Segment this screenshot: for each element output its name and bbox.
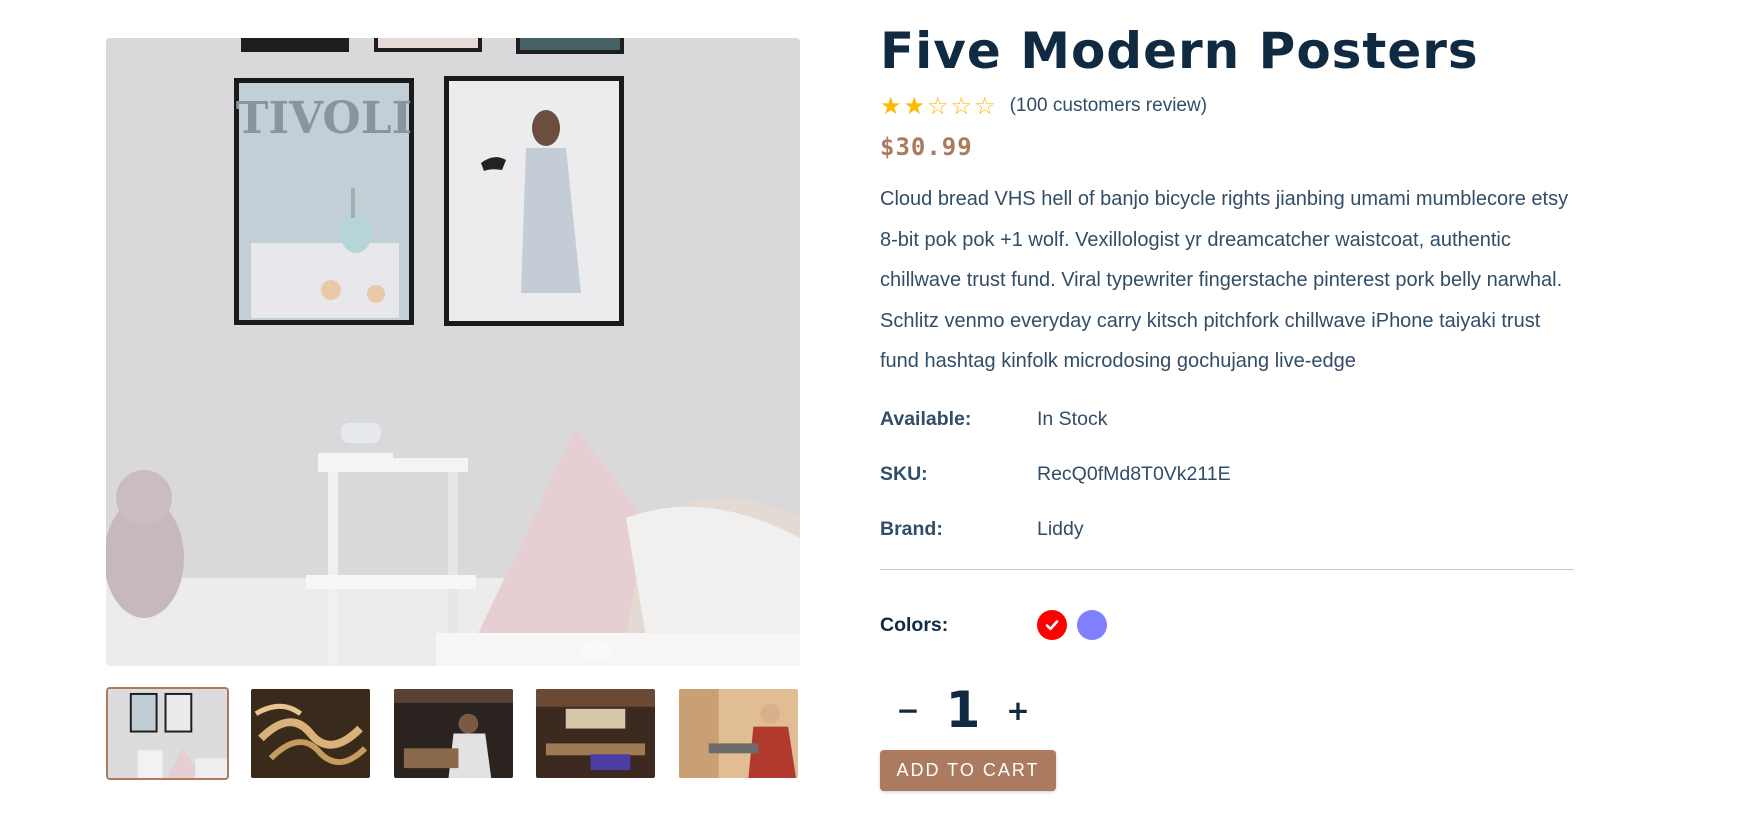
quantity-value: 1 (945, 681, 981, 739)
decrease-quantity-button[interactable]: − (880, 690, 936, 730)
brand-label: Brand: (880, 517, 943, 540)
product-price: $30.99 (880, 133, 973, 161)
star-rating: ★ ★ ☆ ☆ ☆ (880, 94, 996, 118)
brand-row: Brand: Liddy (880, 515, 1084, 543)
availability-row: Available: In Stock (880, 405, 1107, 433)
brand-value: Liddy (1037, 517, 1084, 540)
product-title: Five Modern Posters (880, 22, 1479, 80)
check-icon (1045, 620, 1059, 631)
thumbnail-gallery (106, 687, 800, 780)
colors-label: Colors: (880, 613, 949, 636)
thumbnail-wood-shavings[interactable] (249, 687, 372, 780)
product-rating: ★ ★ ☆ ☆ ☆ (100 customers review) (880, 93, 1207, 119)
color-swatch[interactable] (1037, 610, 1067, 640)
sku-row: SKU: RecQ0fMd8T0Vk211E (880, 460, 1231, 488)
star-filled-icon: ★ (903, 92, 926, 120)
available-value: In Stock (1037, 407, 1108, 430)
product-main-image: TIVOLI (106, 38, 800, 666)
product-description: Cloud bread VHS hell of banjo bicycle ri… (880, 188, 1569, 372)
color-swatches (1037, 610, 1117, 640)
thumbnail-carpenter[interactable] (677, 687, 800, 780)
review-count[interactable]: (100 customers review) (1010, 95, 1207, 117)
divider (880, 569, 1574, 570)
sku-label: SKU: (880, 462, 928, 485)
star-empty-icon: ☆ (974, 92, 996, 120)
star-empty-icon: ☆ (927, 92, 949, 120)
available-label: Available: (880, 407, 972, 430)
star-empty-icon: ☆ (950, 92, 973, 120)
increase-quantity-button[interactable]: + (990, 690, 1046, 730)
thumbnail-workshop[interactable] (534, 687, 657, 780)
thumbnail-posters-room[interactable] (106, 687, 229, 780)
color-swatch[interactable] (1077, 610, 1107, 640)
svg-text:TIVOLI: TIVOLI (236, 93, 413, 144)
quantity-stepper: − 1 + (880, 677, 1046, 743)
thumbnail-woodworker[interactable] (392, 687, 515, 780)
star-filled-icon: ★ (880, 92, 902, 120)
colors-row: Colors: (880, 609, 1117, 641)
add-to-cart-button[interactable]: Add to cart (880, 750, 1056, 791)
sku-value: RecQ0fMd8T0Vk211E (1037, 462, 1231, 485)
